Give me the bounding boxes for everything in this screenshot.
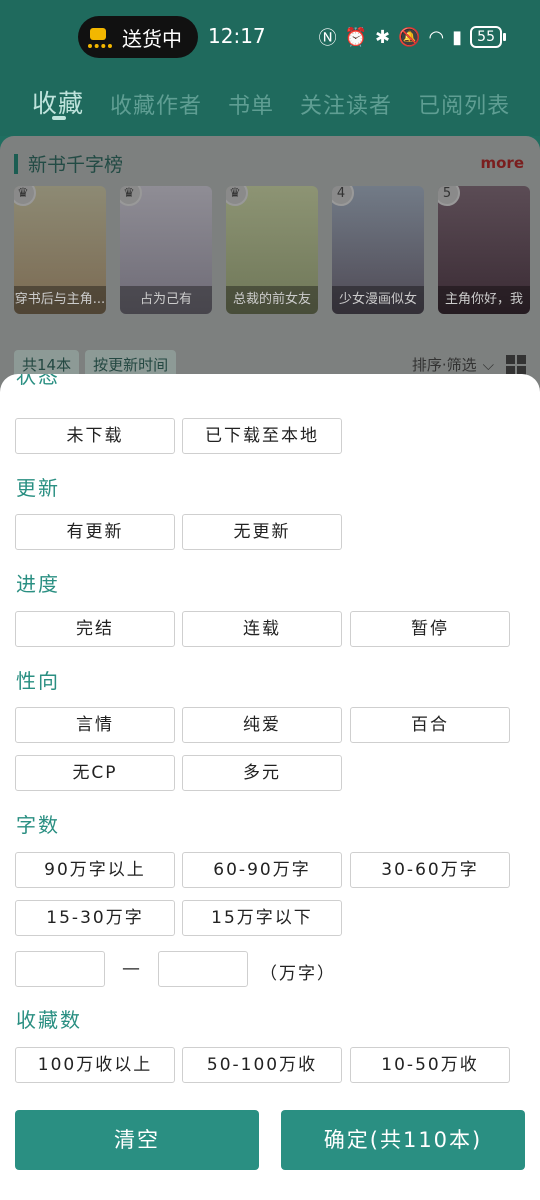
clock: 12:17: [208, 24, 266, 48]
book-card[interactable]: ♛ 占为己有: [120, 186, 212, 314]
nfc-icon: Ⓝ: [318, 28, 337, 49]
book-card[interactable]: ♛ 穿书后与主角...: [14, 186, 106, 314]
orientation-section-title: 性向: [16, 669, 60, 693]
delivery-label: 送货中: [122, 26, 182, 51]
tab-followed-readers[interactable]: 关注读者: [300, 70, 392, 120]
wordcount-section-title: 字数: [16, 813, 60, 837]
signal-icon: ▮: [452, 26, 463, 48]
rank-badge: 4: [332, 186, 354, 206]
tab-read-list[interactable]: 已阅列表: [418, 70, 510, 120]
sort-filter-label: 排序·筛选: [411, 356, 477, 374]
filter-chip-has-update[interactable]: 有更新: [15, 514, 175, 550]
book-caption: 穿书后与主角...: [14, 286, 106, 314]
filter-chip-50-100w-fav[interactable]: 50-100万收: [182, 1047, 342, 1083]
book-card[interactable]: 5 主角你好，我: [438, 186, 530, 314]
wordcount-max-input[interactable]: [158, 951, 248, 987]
filter-chip-no-cp[interactable]: 无CP: [15, 755, 175, 791]
filter-chip-gl[interactable]: 百合: [350, 707, 510, 743]
battery-icon: 55: [470, 26, 506, 48]
crown-icon: ♛: [120, 186, 142, 206]
update-section-title: 更新: [16, 476, 60, 500]
filter-chip-romance[interactable]: 言情: [15, 707, 175, 743]
filter-chip-100w-fav-plus[interactable]: 100万收以上: [15, 1047, 175, 1083]
sort-filter-button[interactable]: 排序·筛选 ⌵: [412, 354, 494, 375]
crown-icon: ♛: [14, 186, 36, 206]
wifi-icon: ◠: [428, 26, 445, 48]
more-link[interactable]: more: [480, 154, 524, 172]
filter-chip-diverse[interactable]: 多元: [182, 755, 342, 791]
filter-chip-15-30w[interactable]: 15-30万字: [15, 900, 175, 936]
status-bar: 送货中 12:17 Ⓝ ⏰ ✱ 🔕 ◠ ▮ 55: [0, 0, 540, 70]
ranking-books: ♛ 穿书后与主角... ♛ 占为己有 ♛ 总裁的前女友 4 少女漫画似女 5 主…: [14, 186, 530, 314]
book-caption: 主角你好，我: [438, 286, 530, 314]
clear-button[interactable]: 清空: [15, 1110, 259, 1170]
top-tabs: 收藏 收藏作者 书单 关注读者 已阅列表: [0, 70, 540, 136]
tab-favorites[interactable]: 收藏: [32, 70, 84, 120]
range-unit: （万字）: [260, 964, 336, 984]
filter-chip-serializing[interactable]: 连载: [182, 611, 342, 647]
mute-icon: 🔕: [398, 26, 421, 48]
filter-chip-not-downloaded[interactable]: 未下载: [15, 418, 175, 454]
book-card[interactable]: ♛ 总裁的前女友: [226, 186, 318, 314]
filter-chip-paused[interactable]: 暂停: [350, 611, 510, 647]
book-caption: 少女漫画似女: [332, 286, 424, 314]
book-caption: 总裁的前女友: [226, 286, 318, 314]
filter-chip-under-15w[interactable]: 15万字以下: [182, 900, 342, 936]
book-caption: 占为己有: [120, 286, 212, 314]
filter-chip-completed[interactable]: 完结: [15, 611, 175, 647]
wordcount-min-input[interactable]: [15, 951, 105, 987]
filter-chip-30-60w[interactable]: 30-60万字: [350, 852, 510, 888]
filter-chip-90w-plus[interactable]: 90万字以上: [15, 852, 175, 888]
delivery-status-pill[interactable]: 送货中: [78, 16, 198, 58]
filter-sheet: 状态 未下载 已下载至本地 更新 有更新 无更新 进度 完结 连载 暂停 性向 …: [0, 374, 540, 1200]
scooter-icon: [88, 26, 114, 48]
grid-view-icon[interactable]: [506, 354, 526, 375]
filter-chip-no-update[interactable]: 无更新: [182, 514, 342, 550]
filter-chip-10-50w-fav[interactable]: 10-50万收: [350, 1047, 510, 1083]
chevron-down-icon: ⌵: [482, 355, 494, 374]
status-section-title: 状态: [16, 374, 60, 388]
ranking-title: 新书千字榜: [14, 150, 123, 177]
filter-scroll-area[interactable]: 状态 未下载 已下载至本地 更新 有更新 无更新 进度 完结 连载 暂停 性向 …: [0, 374, 540, 1094]
tab-book-lists[interactable]: 书单: [228, 70, 274, 120]
confirm-button[interactable]: 确定(共110本): [281, 1110, 525, 1170]
filter-chip-60-90w[interactable]: 60-90万字: [182, 852, 342, 888]
filter-chip-bl[interactable]: 纯爱: [182, 707, 342, 743]
bluetooth-icon: ✱: [375, 26, 391, 48]
favorites-section-title: 收藏数: [16, 1008, 82, 1032]
tab-favorite-authors[interactable]: 收藏作者: [110, 70, 202, 120]
system-icons: Ⓝ ⏰ ✱ 🔕 ◠ ▮ 55: [318, 24, 506, 50]
book-card[interactable]: 4 少女漫画似女: [332, 186, 424, 314]
range-dash: —: [122, 958, 140, 979]
alarm-icon: ⏰: [344, 26, 368, 48]
filter-chip-downloaded[interactable]: 已下载至本地: [182, 418, 342, 454]
crown-icon: ♛: [226, 186, 248, 206]
progress-section-title: 进度: [16, 572, 60, 596]
rank-badge: 5: [438, 186, 460, 206]
